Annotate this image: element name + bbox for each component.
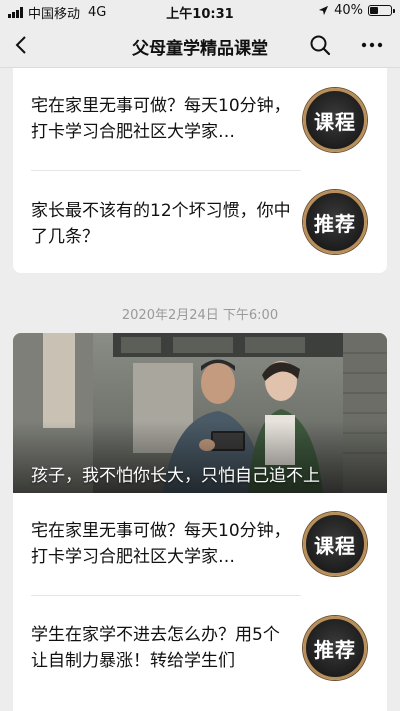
location-arrow-icon	[319, 5, 329, 16]
article-title[interactable]: 学生在家学不进去怎么办？用5个让自制力暴涨！转给学生们	[31, 622, 293, 674]
article-card-group-1: 宅在家里无事可做？每天10分钟，打卡学习合肥社区大学家… 课程 家长最不该有的1…	[13, 68, 387, 273]
battery-percent: 40%	[334, 3, 363, 18]
more-dots-icon[interactable]	[360, 33, 384, 57]
article-item[interactable]: 宅在家里无事可做？每天10分钟，打卡学习合肥社区大学家… 课程	[13, 68, 387, 171]
article-item[interactable]: 家长最不该有的12个坏习惯，你中了几条？ 推荐	[13, 171, 387, 273]
status-right: 40%	[318, 3, 395, 18]
search-icon[interactable]	[308, 33, 332, 57]
page-title: 父母童学精品课堂	[132, 39, 268, 59]
article-badge-recommend: 推荐	[303, 616, 367, 680]
article-badge-course: 课程	[303, 512, 367, 576]
message-timestamp: 2020年2月24日 下午6:00	[121, 308, 279, 323]
article-item[interactable]: 学生在家学不进去怎么办？用5个让自制力暴涨！转给学生们 推荐	[13, 596, 387, 711]
nav-bar: 父母童学精品课堂	[0, 22, 400, 68]
status-bar: 中国移动 4G 上午10:31 40%	[0, 0, 400, 22]
article-title[interactable]: 宅在家里无事可做？每天10分钟，打卡学习合肥社区大学家…	[31, 93, 293, 145]
article-title[interactable]: 家长最不该有的12个坏习惯，你中了几条？	[31, 198, 293, 250]
article-card-group-2: 孩子，我不怕你长大，只怕自己追不上 宅在家里无事可做？每天10分钟，打卡学习合肥…	[13, 333, 387, 711]
battery-icon	[368, 5, 395, 16]
cover-caption[interactable]: 孩子，我不怕你长大，只怕自己追不上	[31, 461, 320, 486]
article-badge-recommend: 推荐	[303, 190, 367, 254]
article-badge-course: 课程	[303, 88, 367, 152]
article-item[interactable]: 宅在家里无事可做？每天10分钟，打卡学习合肥社区大学家… 课程	[13, 493, 387, 596]
article-title[interactable]: 宅在家里无事可做？每天10分钟，打卡学习合肥社区大学家…	[31, 518, 293, 570]
cover-image[interactable]: 孩子，我不怕你长大，只怕自己追不上	[13, 333, 387, 493]
